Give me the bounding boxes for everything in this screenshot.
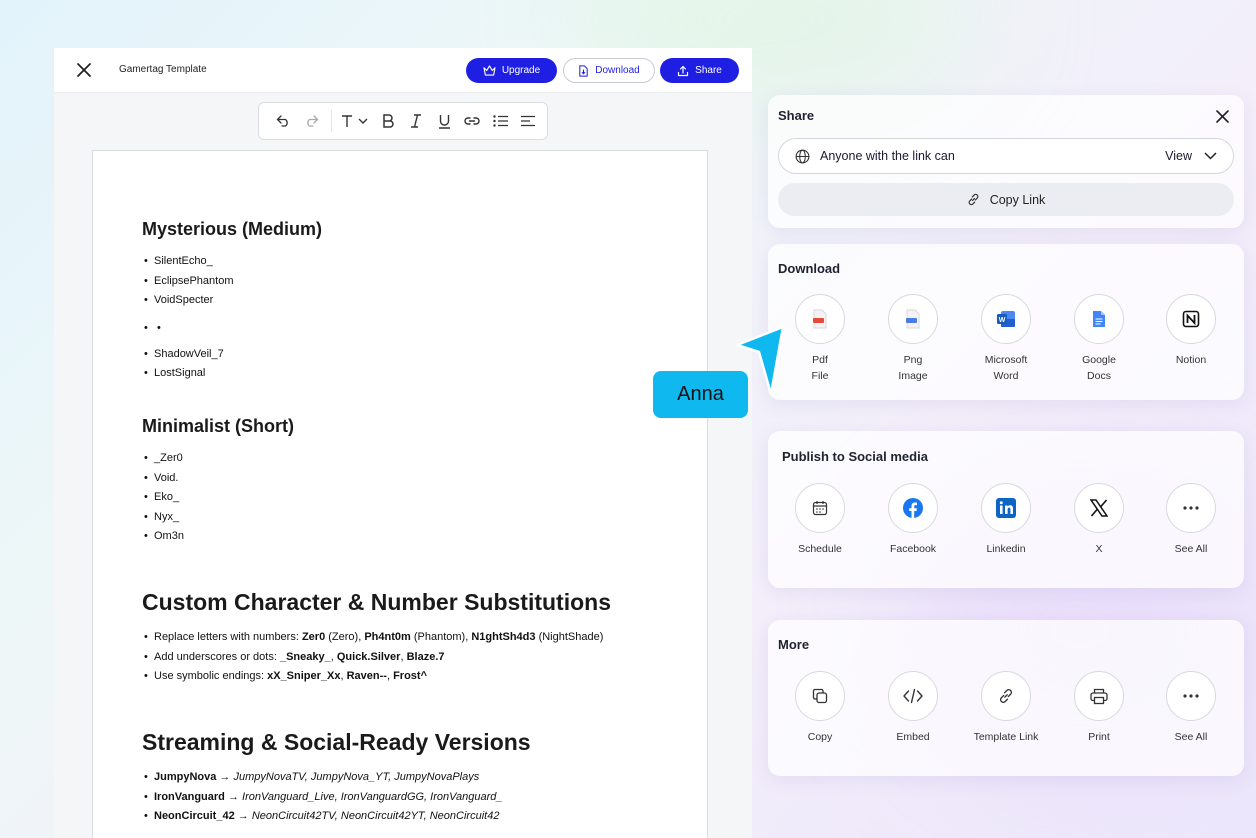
see-all-social-option[interactable]: See All bbox=[1151, 483, 1231, 557]
copy-option[interactable]: Copy bbox=[780, 671, 860, 745]
close-icon[interactable] bbox=[74, 60, 94, 80]
list-item-empty: • bbox=[142, 311, 234, 345]
svg-text:W: W bbox=[999, 317, 1006, 324]
copy-link-button[interactable]: Copy Link bbox=[778, 183, 1234, 216]
download-google-docs-option[interactable]: Google Docs bbox=[1059, 294, 1139, 384]
toolbar-divider bbox=[331, 110, 332, 132]
document-page[interactable]: Mysterious (Medium) SilentEcho_ EclipseP… bbox=[92, 150, 708, 838]
italic-icon[interactable] bbox=[402, 107, 430, 135]
list-item: Use symbolic endings: xX_Sniper_Xx, Rave… bbox=[142, 667, 702, 687]
formatting-toolbar bbox=[258, 102, 548, 140]
link-access-select[interactable]: Anyone with the link can View bbox=[778, 138, 1234, 174]
document-title: Gamertag Template bbox=[119, 64, 207, 75]
editor-window: Gamertag Template Upgrade Download Share… bbox=[54, 48, 752, 838]
list-item: ShadowVeil_7 bbox=[142, 345, 234, 365]
editor-topbar: Gamertag Template Upgrade Download Share bbox=[54, 48, 752, 93]
section-heading: Streaming & Social-Ready Versions bbox=[142, 729, 531, 755]
list-item: Nyx_ bbox=[142, 508, 184, 528]
list-item: LostSignal bbox=[142, 364, 234, 384]
more-dots-icon bbox=[1183, 694, 1199, 698]
png-file-icon bbox=[906, 309, 920, 329]
upgrade-label: Upgrade bbox=[501, 65, 541, 76]
social-panel: Publish to Social media Schedule Faceboo… bbox=[768, 431, 1244, 588]
align-left-icon[interactable] bbox=[514, 107, 542, 135]
redo-icon[interactable] bbox=[297, 107, 325, 135]
list-item: JumpyNova → JumpyNovaTV, JumpyNova_YT, J… bbox=[142, 768, 702, 788]
link-access-label: Anyone with the link can bbox=[820, 149, 955, 163]
download-file-icon bbox=[579, 64, 588, 77]
globe-icon bbox=[795, 149, 810, 163]
close-icon[interactable] bbox=[1216, 110, 1229, 123]
notion-icon bbox=[1182, 310, 1200, 328]
code-icon bbox=[903, 688, 923, 704]
facebook-option[interactable]: Facebook bbox=[873, 483, 953, 557]
copy-link-label: Copy Link bbox=[989, 192, 1046, 207]
share-label: Share bbox=[695, 65, 722, 76]
list-item: VoidSpecter bbox=[142, 291, 234, 311]
section-heading: Minimalist (Short) bbox=[142, 416, 294, 436]
bullet-list: Replace letters with numbers: Zer0 (Zero… bbox=[142, 628, 702, 687]
printer-icon bbox=[1090, 688, 1108, 704]
section-heading: Custom Character & Number Substitutions bbox=[142, 589, 611, 615]
list-item: Eko_ bbox=[142, 488, 184, 508]
permission-value: View bbox=[1165, 149, 1192, 163]
google-docs-icon bbox=[1093, 311, 1105, 327]
see-all-more-option[interactable]: See All bbox=[1151, 671, 1231, 745]
list-item: EclipsePhantom bbox=[142, 272, 234, 292]
bold-icon[interactable] bbox=[374, 107, 402, 135]
share-button[interactable]: Share bbox=[660, 58, 739, 83]
bullet-list: SilentEcho_ EclipsePhantom VoidSpecter •… bbox=[142, 252, 234, 384]
download-panel: Download Pdf File Png Image W Microsoft Wor… bbox=[768, 244, 1244, 400]
bullet-list: JumpyNova → JumpyNovaTV, JumpyNova_YT, J… bbox=[142, 768, 702, 827]
list-item: NeonCircuit_42 → NeonCircuit42TV, NeonCi… bbox=[142, 807, 702, 827]
template-link-option[interactable]: Template Link bbox=[966, 671, 1046, 745]
bullet-list: _Zer0 Void. Eko_ Nyx_ Om3n bbox=[142, 449, 184, 547]
share-panel: Share Anyone with the link can View Copy… bbox=[768, 95, 1244, 228]
schedule-option[interactable]: Schedule bbox=[780, 483, 860, 557]
list-item: IronVanguard → IronVanguard_Live, IronVa… bbox=[142, 788, 702, 808]
more-dots-icon bbox=[1183, 506, 1199, 510]
collaborator-name-tag: Anna bbox=[653, 371, 748, 418]
chevron-down-icon bbox=[1204, 152, 1217, 160]
download-notion-option[interactable]: Notion bbox=[1151, 294, 1231, 368]
list-item: Void. bbox=[142, 469, 184, 489]
link-icon bbox=[968, 193, 979, 206]
upgrade-button[interactable]: Upgrade bbox=[466, 58, 557, 83]
facebook-icon bbox=[903, 498, 923, 518]
upload-icon bbox=[678, 65, 689, 76]
linkedin-icon bbox=[996, 498, 1016, 518]
pdf-file-icon bbox=[813, 309, 827, 329]
download-word-option[interactable]: W Microsoft Word bbox=[966, 294, 1046, 384]
x-option[interactable]: X bbox=[1059, 483, 1139, 557]
download-panel-title: Download bbox=[778, 261, 841, 276]
list-item: Add underscores or dots: _Sneaky_, Quick… bbox=[142, 648, 702, 668]
text-style-icon[interactable] bbox=[338, 107, 374, 135]
more-panel: More Copy Embed Template Link Print See … bbox=[768, 620, 1244, 776]
download-png-option[interactable]: Png Image bbox=[873, 294, 953, 384]
undo-icon[interactable] bbox=[269, 107, 297, 135]
list-item: SilentEcho_ bbox=[142, 252, 234, 272]
download-pdf-option[interactable]: Pdf File bbox=[780, 294, 860, 384]
list-item: _Zer0 bbox=[142, 449, 184, 469]
bullet-list-icon[interactable] bbox=[486, 107, 514, 135]
copy-icon bbox=[812, 688, 828, 704]
social-panel-title: Publish to Social media bbox=[782, 449, 928, 464]
list-item: Om3n bbox=[142, 527, 184, 547]
link-icon bbox=[999, 689, 1013, 703]
print-option[interactable]: Print bbox=[1059, 671, 1139, 745]
underline-icon[interactable] bbox=[430, 107, 458, 135]
link-icon[interactable] bbox=[458, 107, 486, 135]
x-logo-icon bbox=[1090, 499, 1108, 517]
crown-icon bbox=[483, 65, 496, 76]
download-button[interactable]: Download bbox=[563, 58, 655, 83]
download-label: Download bbox=[595, 65, 640, 76]
section-heading: Mysterious (Medium) bbox=[142, 219, 323, 239]
share-panel-title: Share bbox=[778, 108, 815, 123]
more-panel-title: More bbox=[778, 637, 810, 652]
embed-option[interactable]: Embed bbox=[873, 671, 953, 745]
microsoft-word-icon: W bbox=[997, 311, 1015, 327]
linkedin-option[interactable]: Linkedin bbox=[966, 483, 1046, 557]
calendar-icon bbox=[812, 501, 828, 516]
list-item: Replace letters with numbers: Zer0 (Zero… bbox=[142, 628, 702, 648]
